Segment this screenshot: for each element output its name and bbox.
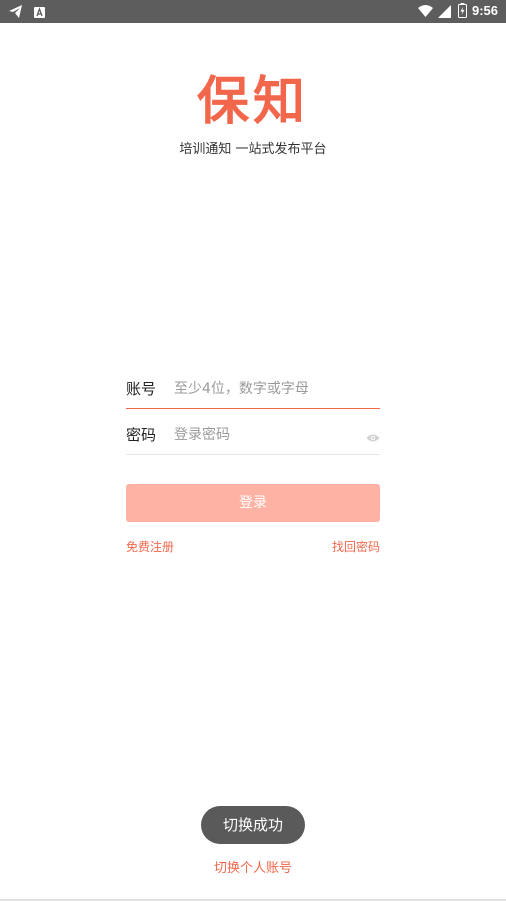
password-label: 密码 [126, 426, 157, 444]
app-notification-icon [33, 4, 48, 19]
app-tagline: 培训通知 一站式发布平台 [179, 142, 327, 157]
account-field: 账号 [126, 364, 380, 409]
telegram-icon [8, 4, 23, 19]
toast-message: 切换成功 [201, 806, 305, 844]
battery-icon [457, 3, 467, 18]
account-label: 账号 [126, 380, 157, 398]
show-password-icon[interactable] [366, 428, 380, 442]
switch-personal-account-link[interactable]: 切换个人账号 [0, 859, 506, 879]
login-button[interactable]: 登录 [126, 484, 380, 522]
status-bar: 9:56 [0, 0, 506, 23]
password-input[interactable] [174, 421, 364, 449]
forgot-password-link[interactable]: 找回密码 [332, 538, 380, 556]
signal-icon [437, 3, 453, 18]
password-field: 密码 [126, 410, 380, 455]
wifi-icon [417, 3, 433, 18]
register-link[interactable]: 免费注册 [126, 538, 174, 556]
status-time: 9:56 [471, 3, 498, 18]
app-logo: 保知 [196, 72, 309, 132]
account-input[interactable] [174, 375, 364, 403]
